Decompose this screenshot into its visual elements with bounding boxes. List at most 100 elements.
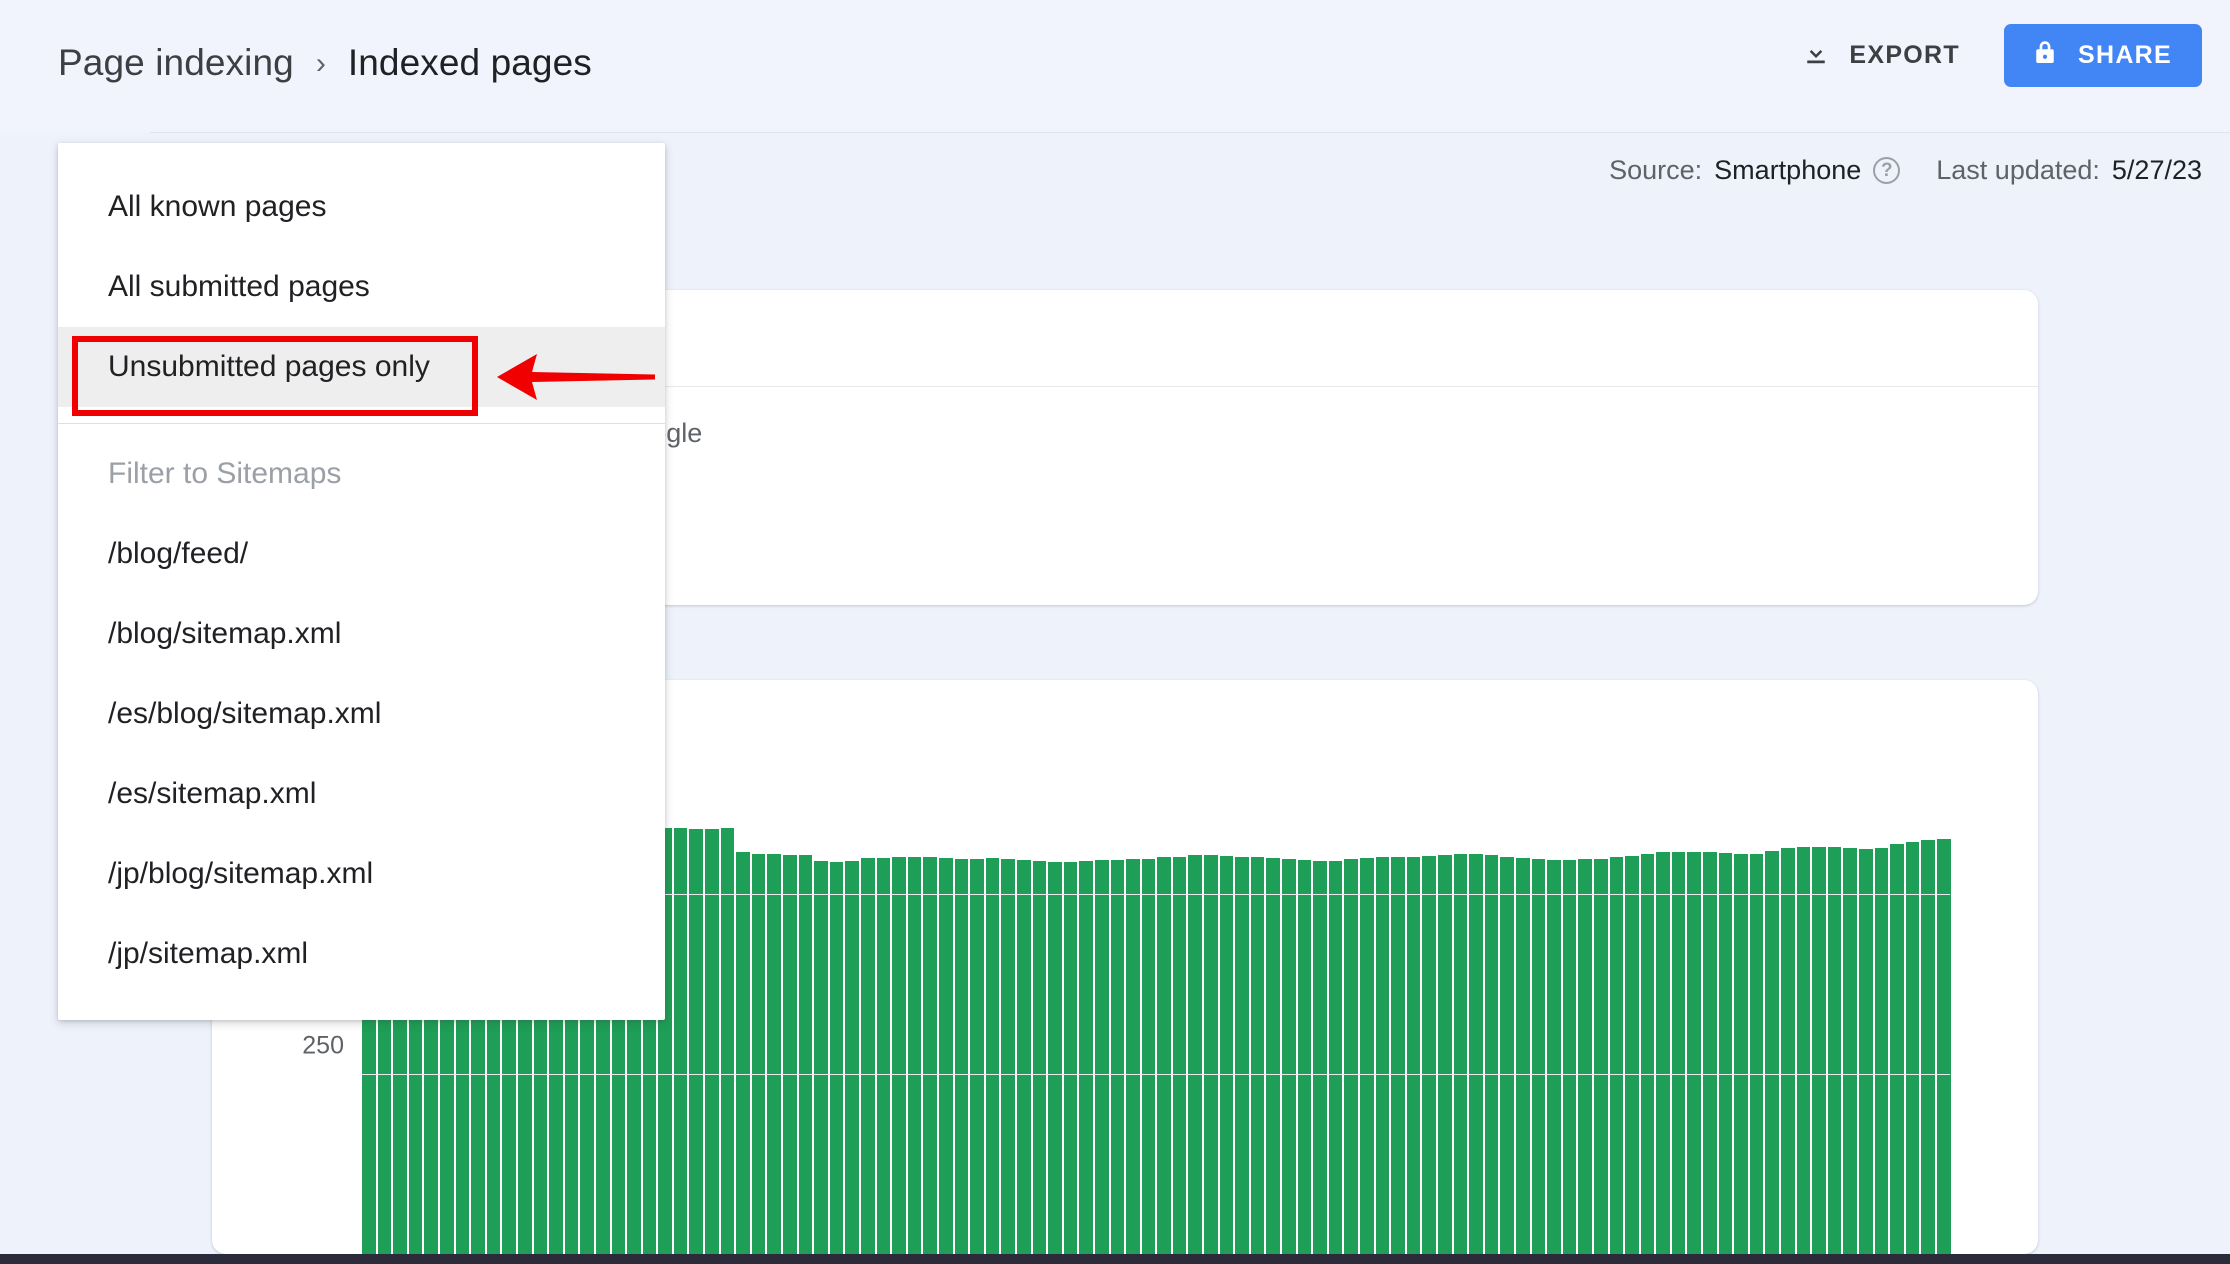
lock-icon [2030,38,2060,73]
chart-bar [1235,856,1249,1254]
chart-bar [1453,854,1468,1254]
chart-bar [1625,855,1639,1254]
chart-bar [1297,860,1312,1254]
sitemap-item-5[interactable]: /jp/sitemap.xml [58,914,665,994]
chart-bar [1749,853,1764,1254]
chart-bar [1500,856,1514,1254]
chart-bar [1016,860,1031,1254]
chart-bar [907,856,922,1254]
menu-item-2[interactable]: Unsubmitted pages only [58,327,665,407]
chart-bar [751,853,766,1254]
chart-bar [1874,848,1889,1254]
download-icon [1801,38,1831,73]
chart-bar [1110,860,1125,1254]
share-button[interactable]: SHARE [2003,24,2202,87]
browser-bottom-chrome [0,1254,2230,1264]
chart-bar [1578,859,1592,1254]
menu-divider [58,423,665,424]
chart-bar [1250,857,1265,1254]
chart-bar [1094,860,1109,1254]
chart-bar [720,827,735,1254]
chart-bar [1032,860,1047,1254]
meta-row: Source: Smartphone ? Last updated: 5/27/… [1609,155,2202,186]
chart-bar [985,858,1000,1254]
chart-bar [736,852,750,1254]
menu-item-1[interactable]: All submitted pages [58,247,665,327]
header-divider [150,132,2230,133]
chart-bar [1172,856,1187,1254]
source-group: Source: Smartphone ? [1609,155,1901,186]
chart-bar [1344,859,1358,1254]
chart-bar [1469,853,1483,1254]
chart-bar [1204,855,1218,1254]
chart-bar [1141,858,1156,1254]
source-value: Smartphone [1714,155,1862,185]
chart-bar [767,854,782,1254]
chart-bar [1001,858,1015,1254]
chart-bar [970,858,984,1254]
breadcrumb-parent[interactable]: Page indexing [58,42,294,84]
page-root: Page indexing › Indexed pages EXPORT SHA… [0,0,2230,1264]
chart-bar [1531,858,1546,1254]
chart-bar [673,827,688,1254]
y-axis-tick-label: 250 [302,1031,344,1060]
chart-bar [938,858,953,1254]
menu-section-header: Filter to Sitemaps [108,457,342,490]
chart-bar [1126,859,1140,1254]
chart-bar [1406,856,1421,1254]
export-button[interactable]: EXPORT [1787,26,1974,85]
gridline-250 [362,1073,1950,1075]
header-actions: EXPORT SHARE [1787,24,2202,87]
menu-item-0[interactable]: All known pages [58,167,665,247]
menu-option-list: All known pages All submitted pages Unsubm… [58,167,665,407]
sitemap-item-4[interactable]: /jp/blog/sitemap.xml [58,834,665,914]
chart-bar [1391,857,1405,1254]
chart-bar [1515,858,1530,1254]
page-filter-dropdown-menu[interactable]: All known pages All submitted pages Unsubm… [58,143,665,1020]
chart-bar [845,860,859,1254]
app-header: Page indexing › Indexed pages EXPORT SHA… [0,0,2230,133]
sitemap-item-0[interactable]: /blog/feed/ [58,514,665,594]
chart-bar [1781,848,1795,1254]
share-label: SHARE [2077,41,2172,69]
chart-bar [1375,857,1390,1254]
chart-bar [1890,843,1904,1254]
export-label: EXPORT [1849,41,1960,69]
chart-bar [1687,851,1702,1254]
sitemap-item-3[interactable]: /es/sitemap.xml [58,754,665,834]
source-label: Source: [1609,155,1703,185]
chart-bar [892,856,906,1254]
sitemap-item-clipped[interactable]: /uk/sitemap.xml [58,994,665,1020]
help-icon[interactable]: ? [1873,157,1901,184]
breadcrumb: Page indexing › Indexed pages [58,42,592,84]
chart-bar [923,857,937,1254]
chart-bar [1593,858,1608,1254]
chart-bar [705,828,719,1254]
chart-bar [1703,852,1717,1254]
chart-bar [1640,854,1655,1254]
sitemap-item-2[interactable]: /es/blog/sitemap.xml [58,674,665,754]
chart-bar [1157,857,1171,1254]
chart-bar [1843,848,1857,1254]
chart-bar [1437,855,1452,1254]
chart-bar [1671,851,1686,1254]
chart-bar [1609,857,1624,1254]
chart-bar [1734,853,1748,1254]
sitemap-item-1[interactable]: /blog/sitemap.xml [58,594,665,674]
chart-bar [1562,860,1577,1254]
breadcrumb-separator-icon: › [315,47,326,80]
chart-bar [1313,860,1327,1254]
chart-bar [1827,847,1842,1254]
chart-bar [1048,861,1062,1254]
chart-bar [1063,861,1078,1254]
chart-bar [1936,839,1951,1254]
chart-bar [1547,860,1561,1254]
chart-bar [1079,860,1093,1254]
chart-bar [876,858,891,1254]
chart-bar [689,828,704,1254]
chart-bar [783,855,797,1254]
chart-bar [814,860,828,1254]
chart-bar [798,855,813,1254]
chart-bar [1360,858,1374,1254]
chart-bar [1905,841,1920,1254]
